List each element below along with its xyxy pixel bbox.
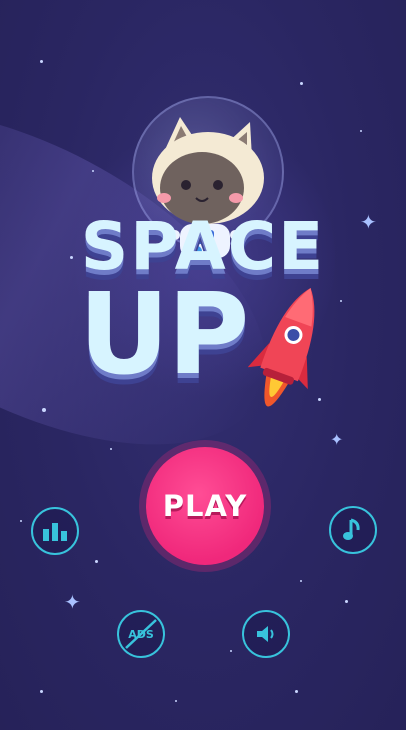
star: [40, 690, 43, 693]
star: [230, 650, 232, 652]
star: [300, 82, 303, 85]
sound-button[interactable]: [242, 610, 290, 658]
game-screen: ✦ ✦ ✦ SPACE UP PLAY ADS: [0, 0, 406, 730]
star: [360, 130, 362, 132]
star: [42, 408, 46, 412]
star: [95, 560, 98, 563]
no-ads-label: ADS: [128, 627, 154, 641]
music-button[interactable]: [329, 506, 377, 554]
star: [175, 700, 177, 702]
star: [40, 60, 43, 63]
star: [345, 600, 348, 603]
rocket-icon: [248, 287, 315, 407]
play-label: PLAY: [162, 489, 248, 523]
music-note-icon: [343, 518, 360, 540]
star: [92, 170, 94, 172]
sparkle-star: ✦: [64, 590, 81, 614]
no-ads-button[interactable]: ADS: [117, 610, 165, 658]
sparkle-star: ✦: [330, 430, 344, 449]
star: [295, 690, 298, 693]
speaker-icon: [257, 626, 274, 642]
bar-chart-icon: [43, 523, 67, 541]
play-button[interactable]: PLAY: [146, 447, 264, 565]
star: [20, 520, 22, 522]
leaderboard-button[interactable]: [31, 507, 79, 555]
star: [300, 580, 302, 582]
star: [110, 448, 112, 450]
